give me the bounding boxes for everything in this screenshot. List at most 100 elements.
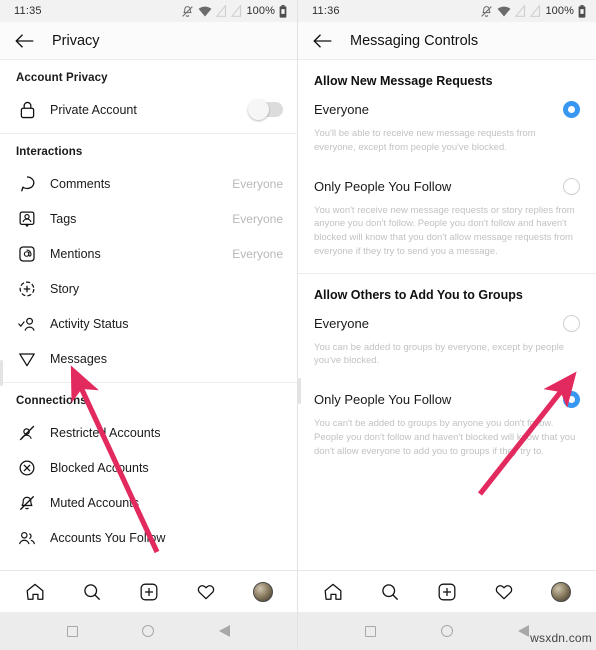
bell-off-icon [182, 5, 194, 17]
dual-screenshot-root: 11:35 100% Privacy Account Privacy Priva… [0, 0, 596, 650]
heart-icon[interactable] [189, 575, 223, 609]
sidebar-item-story[interactable]: Story [0, 271, 297, 306]
row-label: Restricted Accounts [50, 425, 161, 440]
bottom-nav-right [298, 570, 596, 612]
battery-percent: 100% [246, 5, 275, 17]
toggle-knob [248, 99, 269, 120]
home-circle-icon[interactable] [435, 619, 459, 643]
status-icons: 100% [181, 4, 287, 18]
battery-icon [279, 4, 287, 18]
app-bar-right: Messaging Controls [298, 22, 596, 60]
tag-icon [16, 208, 38, 230]
sidebar-item-mentions[interactable]: Mentions Everyone [0, 236, 297, 271]
android-system-nav-right: wsxdn.com [298, 612, 596, 650]
status-icons: 100% [480, 4, 586, 18]
sidebar-item-blocked-accounts[interactable]: Blocked Accounts [0, 450, 297, 485]
row-label: Comments [50, 176, 111, 191]
add-post-icon[interactable] [430, 575, 464, 609]
search-icon[interactable] [373, 575, 407, 609]
right-phone-screen: 11:36 100% Messaging Controls Allow New … [298, 0, 596, 650]
section-heading-interactions: Interactions [16, 146, 83, 158]
sidebar-item-messages[interactable]: Messages [0, 341, 297, 376]
blocked-icon [16, 457, 38, 479]
left-phone-screen: 11:35 100% Privacy Account Privacy Priva… [0, 0, 298, 650]
option-label: Everyone [314, 315, 369, 331]
heart-icon[interactable] [487, 575, 521, 609]
sidebar-item-restricted-accounts[interactable]: Restricted Accounts [0, 415, 297, 450]
home-circle-icon[interactable] [136, 619, 160, 643]
row-label: Story [50, 281, 80, 296]
private-account-toggle[interactable] [248, 99, 283, 120]
watermark: wsxdn.com [530, 631, 592, 645]
radio-only-people-you-follow-messages[interactable] [563, 177, 580, 195]
sidebar-item-accounts-you-follow[interactable]: Accounts You Follow [0, 520, 297, 555]
home-icon[interactable] [316, 575, 350, 609]
scroll-indicator-right[interactable] [298, 378, 301, 404]
option-label: Everyone [314, 102, 369, 117]
sidebar-item-muted-accounts[interactable]: Muted Accounts [0, 485, 297, 520]
page-title: Privacy [52, 32, 100, 49]
section-heading-account-privacy: Account Privacy [16, 72, 108, 84]
home-icon[interactable] [18, 575, 52, 609]
recents-square-icon[interactable] [60, 619, 84, 643]
option-description: You can be added to groups by everyone, … [314, 341, 565, 367]
sidebar-item-private-account[interactable]: Private Account [0, 92, 297, 127]
row-label: Activity Status [50, 316, 129, 331]
signal-icon [530, 5, 541, 17]
option-description: You won't receive new message requests o… [314, 204, 575, 257]
sidebar-item-comments[interactable]: Comments Everyone [0, 166, 297, 201]
add-post-icon[interactable] [132, 575, 166, 609]
profile-avatar[interactable] [246, 575, 280, 609]
search-icon[interactable] [75, 575, 109, 609]
signal-icon [231, 5, 242, 17]
signal-icon [216, 5, 227, 17]
app-bar-left: Privacy [0, 22, 297, 60]
row-value: Everyone [232, 176, 283, 191]
back-triangle-icon[interactable] [213, 619, 237, 643]
radio-everyone-groups[interactable] [563, 314, 580, 332]
profile-avatar[interactable] [544, 575, 578, 609]
row-label: Mentions [50, 246, 101, 261]
back-arrow-icon[interactable] [312, 30, 334, 52]
option-description: You can't be added to groups by anyone y… [314, 418, 576, 457]
radio-only-people-you-follow-groups[interactable] [563, 391, 580, 409]
avatar [551, 581, 572, 602]
group-heading-allow-others-to-add-you-to-groups: Allow Others to Add You to Groups [314, 287, 523, 302]
sidebar-item-tags[interactable]: Tags Everyone [0, 201, 297, 236]
mention-icon [16, 243, 38, 265]
wifi-icon [199, 6, 212, 16]
row-value: Everyone [232, 246, 283, 261]
bottom-nav-left [0, 570, 297, 612]
bell-off-icon [481, 5, 493, 17]
group-heading-allow-new-message-requests: Allow New Message Requests [314, 74, 493, 88]
comment-icon [16, 173, 38, 195]
sidebar-item-activity-status[interactable]: Activity Status [0, 306, 297, 341]
battery-icon [578, 4, 586, 18]
messaging-controls-list: Allow New Message Requests Everyone You'… [298, 60, 596, 570]
radio-everyone-messages[interactable] [563, 101, 580, 118]
messages-send-icon [16, 348, 38, 370]
scroll-indicator-left[interactable] [0, 360, 3, 386]
option-label: Only People You Follow [314, 392, 452, 408]
story-plus-icon [16, 278, 38, 300]
back-arrow-icon[interactable] [14, 30, 36, 52]
avatar [252, 581, 273, 602]
battery-percent: 100% [545, 5, 574, 17]
option-row-everyone-messages[interactable]: Everyone [298, 88, 596, 127]
status-time: 11:35 [14, 5, 42, 17]
people-icon [16, 527, 38, 549]
recents-square-icon[interactable] [358, 619, 382, 643]
row-label: Messages [50, 351, 107, 366]
section-heading-connections: Connections [16, 395, 87, 407]
option-row-only-people-you-follow-groups[interactable]: Only People You Follow [298, 378, 596, 417]
option-row-everyone-groups[interactable]: Everyone [298, 302, 596, 341]
status-bar-left: 11:35 100% [0, 0, 297, 22]
page-title: Messaging Controls [350, 32, 479, 49]
row-value: Everyone [232, 211, 283, 226]
option-row-only-people-you-follow-messages[interactable]: Only People You Follow [298, 165, 596, 204]
muted-bell-icon [16, 492, 38, 514]
row-label: Accounts You Follow [50, 530, 166, 545]
activity-status-icon [16, 313, 38, 335]
option-label: Only People You Follow [314, 178, 452, 194]
row-label: Private Account [50, 102, 137, 117]
